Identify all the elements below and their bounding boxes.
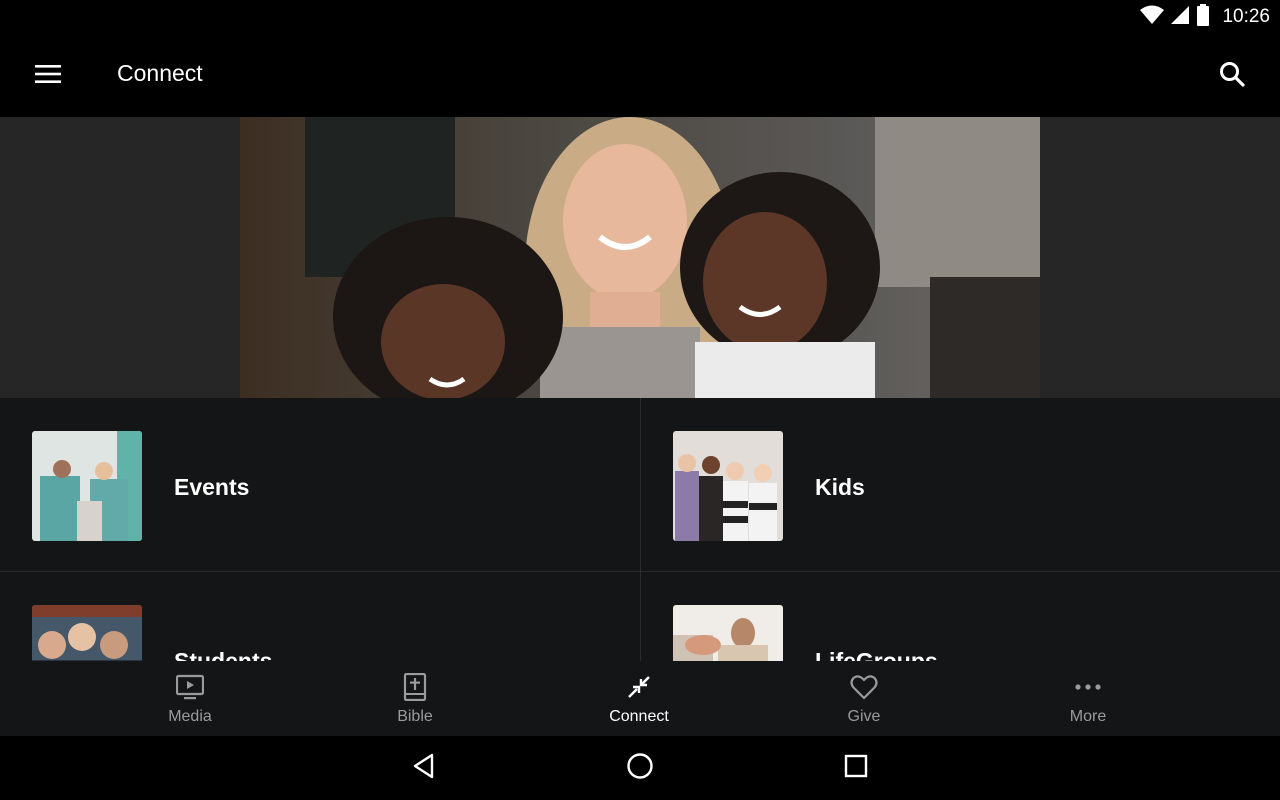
tile-kids[interactable]: Kids (641, 398, 1280, 571)
tile-students[interactable]: Students (0, 572, 639, 661)
connect-grid: Events Kids Students LifeGroups (0, 398, 1280, 661)
recents-button[interactable] (838, 750, 874, 786)
system-nav-bar (0, 736, 1280, 800)
nav-connect-label: Connect (609, 708, 669, 725)
nav-give-label: Give (847, 708, 881, 725)
tile-lifegroups[interactable]: LifeGroups (641, 572, 1280, 661)
back-button[interactable] (406, 750, 442, 786)
tile-events[interactable]: Events (0, 398, 639, 571)
tile-events-label: Events (174, 474, 250, 500)
hero-photo (240, 117, 1040, 398)
menu-button[interactable] (24, 52, 72, 100)
more-dots-icon (1074, 673, 1102, 701)
nav-more[interactable]: More (1018, 661, 1158, 736)
lifegroups-photo (673, 605, 783, 661)
heart-icon (850, 673, 878, 701)
nav-media[interactable]: Media (120, 661, 260, 736)
search-icon (1219, 61, 1245, 92)
nav-media-label: Media (168, 708, 212, 725)
kids-photo (673, 431, 783, 541)
hamburger-menu-icon (35, 64, 61, 89)
wifi-icon (1140, 5, 1165, 30)
status-time: 10:26 (1222, 6, 1270, 27)
nav-more-label: More (1069, 708, 1107, 725)
home-button[interactable] (622, 750, 658, 786)
tile-lifegroups-label: LifeGroups (815, 648, 938, 661)
page-title: Connect (117, 60, 203, 86)
events-photo (32, 431, 142, 541)
recents-icon (844, 754, 868, 783)
bible-cross-icon (401, 672, 429, 702)
connect-arrows-icon (625, 673, 653, 701)
cell-signal-icon (1170, 5, 1190, 30)
status-icons: 10:26 (1140, 3, 1270, 31)
nav-bible[interactable]: Bible (345, 661, 485, 736)
tile-students-label: Students (174, 648, 273, 661)
battery-icon (1196, 3, 1210, 31)
search-button[interactable] (1208, 52, 1256, 100)
status-bar: 10:26 (0, 0, 1280, 36)
tile-kids-label: Kids (815, 474, 865, 500)
nav-give[interactable]: Give (794, 661, 934, 736)
home-icon (626, 752, 654, 785)
back-icon (412, 753, 436, 784)
nav-connect[interactable]: Connect (569, 661, 709, 736)
app-bar: Connect (0, 36, 1280, 117)
tv-play-icon (175, 673, 205, 701)
bottom-nav: Media Bible Connect Give More (0, 661, 1280, 736)
students-photo (32, 605, 142, 661)
nav-bible-label: Bible (397, 708, 433, 725)
hero-banner[interactable] (0, 117, 1280, 398)
